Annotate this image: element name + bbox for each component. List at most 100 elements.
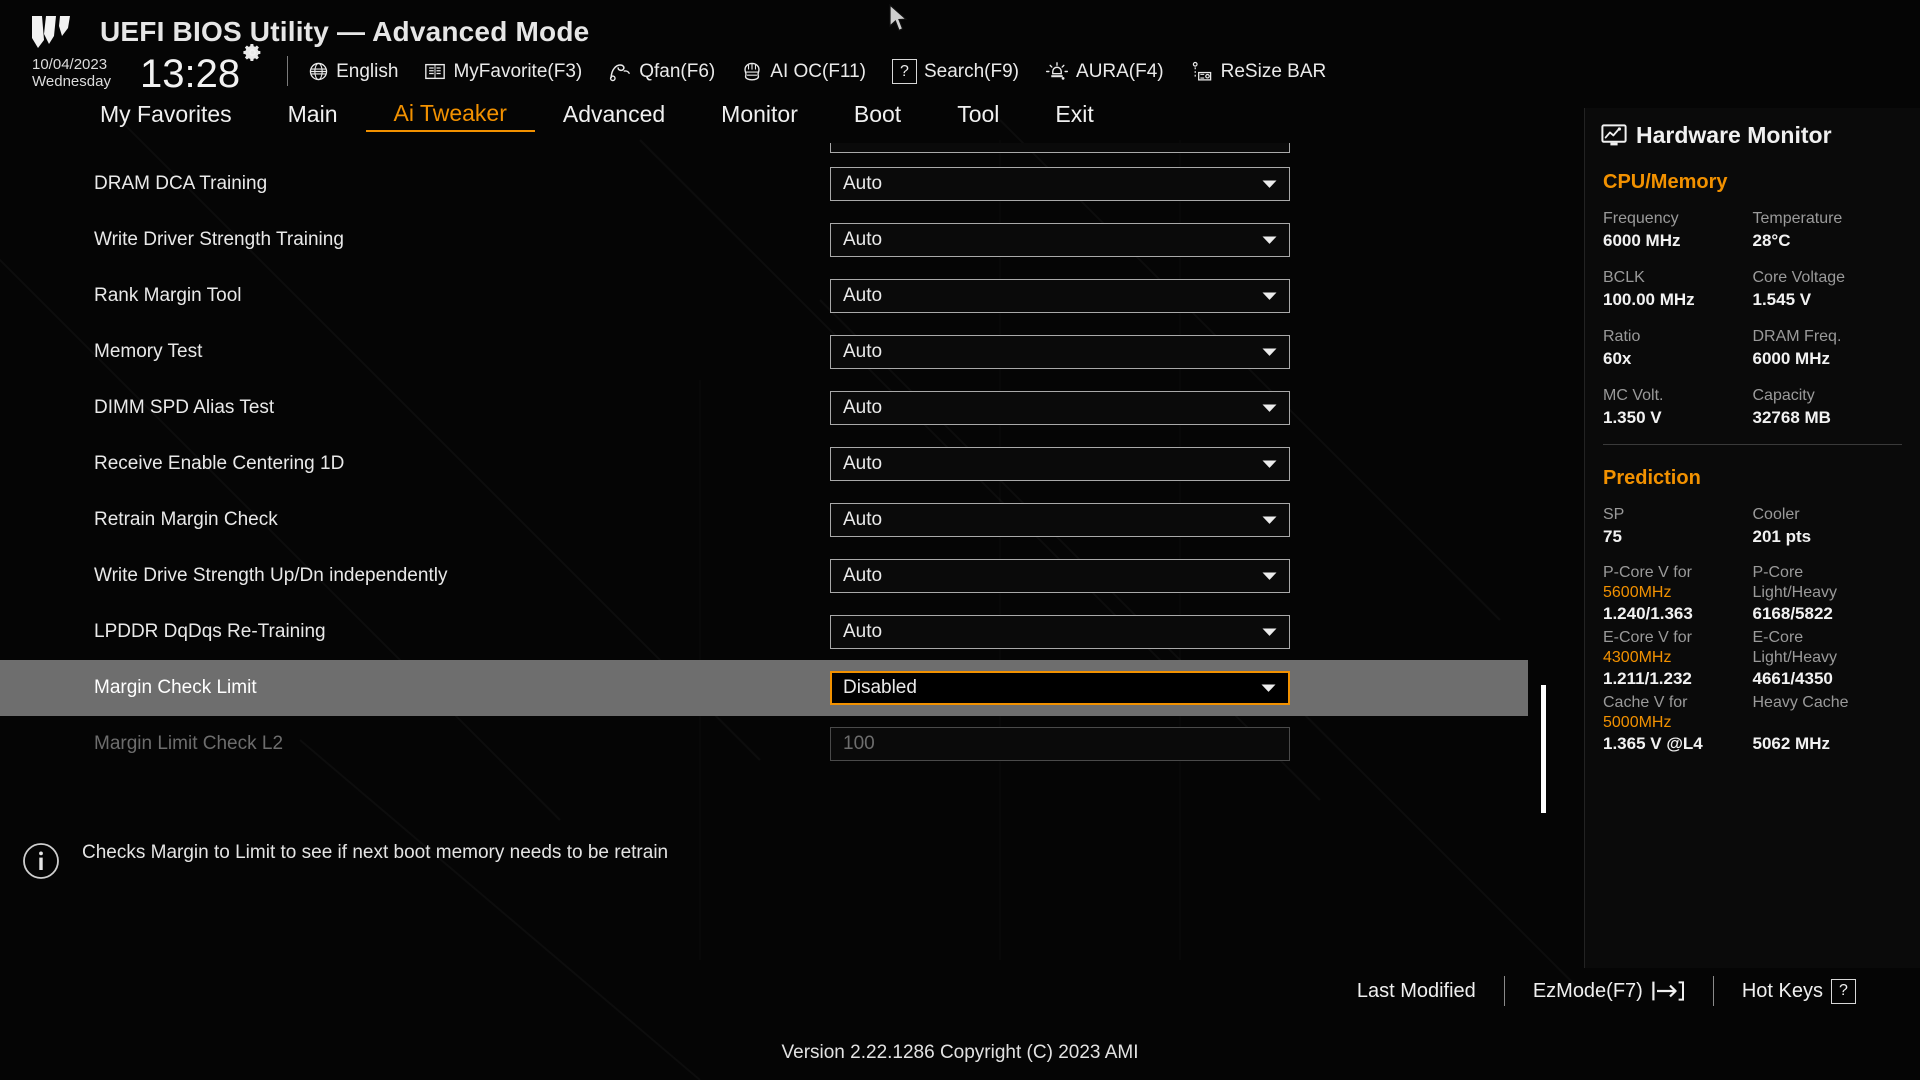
- gear-icon[interactable]: [242, 42, 263, 63]
- hw-grid-prediction-cores: P-Core V for 5600MHz 1.240/1.363 P-Core …: [1585, 563, 1920, 755]
- hw-label: MC Volt.: [1603, 387, 1664, 404]
- last-modified-label: Last Modified: [1356, 979, 1476, 1002]
- language-button[interactable]: English: [308, 61, 398, 83]
- hw-value: 4661/4350: [1752, 669, 1833, 688]
- setting-label-margin-check-limit: Margin Check Limit: [94, 677, 257, 698]
- settings-scrollbar-thumb[interactable]: [1541, 685, 1546, 813]
- chevron-down-icon: [1262, 348, 1277, 356]
- dropdown-dram-dca-training[interactable]: Auto: [830, 167, 1290, 201]
- ai-oc-button[interactable]: AI OC(F11): [741, 61, 866, 83]
- language-label: English: [336, 60, 399, 82]
- hw-label-2: Light/Heavy: [1752, 649, 1838, 666]
- hw-cell-capacity: Capacity 32768 MB: [1753, 385, 1903, 429]
- hw-cell-ecore-voltage: E-Core V for 4300MHz 1.211/1.232: [1603, 628, 1753, 690]
- hot-keys-button[interactable]: Hot Keys ?: [1714, 978, 1884, 1004]
- hw-label: P-Core: [1752, 564, 1804, 581]
- dropdown-retrain-margin-check[interactable]: Auto: [830, 503, 1290, 537]
- ezmode-label: EzMode(F7): [1532, 979, 1643, 1002]
- hw-value: 28°C: [1752, 231, 1791, 250]
- dropdown-margin-check-limit[interactable]: Disabled: [830, 671, 1290, 705]
- help-info-text: Checks Margin to Limit to see if next bo…: [82, 842, 669, 863]
- hw-section-cpu-memory: CPU/Memory: [1603, 171, 1728, 193]
- hw-label: Heavy Cache: [1752, 694, 1849, 711]
- myfavorite-button[interactable]: MyFavorite(F3): [424, 61, 582, 83]
- hw-pair: SP 75 Cooler 201 pts: [1603, 504, 1902, 548]
- dropdown-lpddr-dqdqs-re-training[interactable]: Auto: [830, 615, 1290, 649]
- settings-scrollbar-track[interactable]: [1541, 140, 1546, 815]
- hw-cell-pcore-voltage: P-Core V for 5600MHz 1.240/1.363: [1603, 563, 1753, 625]
- table-row[interactable]: Memory Test Auto: [0, 324, 1556, 380]
- dropdown-value: Auto: [843, 509, 883, 530]
- chevron-down-icon: [1262, 180, 1277, 188]
- last-modified-button[interactable]: Last Modified: [1329, 980, 1504, 1003]
- system-date: 10/04/2023 Wednesday: [32, 54, 136, 90]
- dropdown-value: Auto: [843, 341, 883, 362]
- hw-value: 6000 MHz: [1603, 231, 1681, 250]
- table-row[interactable]: Receive Enable Centering 1D Auto: [0, 436, 1556, 492]
- dropdown-receive-enable-centering-1d[interactable]: Auto: [830, 447, 1290, 481]
- dropdown-value: Auto: [843, 453, 883, 474]
- tab-my-favorites[interactable]: My Favorites: [72, 97, 260, 131]
- tab-ai-tweaker[interactable]: Ai Tweaker: [365, 96, 535, 132]
- tab-advanced[interactable]: Advanced: [535, 97, 693, 131]
- hw-cell-frequency: Frequency 6000 MHz: [1603, 208, 1753, 252]
- search-button[interactable]: ? Search(F9): [891, 59, 1020, 84]
- tab-tool[interactable]: Tool: [929, 97, 1027, 131]
- table-row[interactable]: DRAM DCA Training Auto: [0, 156, 1556, 212]
- dropdown-memory-test[interactable]: Auto: [830, 335, 1290, 369]
- dropdown-value: Auto: [843, 173, 883, 194]
- dropdown-value: Auto: [843, 621, 883, 642]
- table-row[interactable]: DIMM SPD Alias Test Auto: [0, 380, 1556, 436]
- setting-label-lpddr-dqdqs-re-training: LPDDR DqDqs Re-Training: [94, 621, 326, 642]
- resize-bar-button[interactable]: ReSize BAR: [1190, 60, 1327, 83]
- table-row-partial[interactable]: [0, 140, 1556, 156]
- table-row[interactable]: Rank Margin Tool Auto: [0, 268, 1556, 324]
- bios-screen: UEFI BIOS Utility — Advanced Mode 10/04/…: [0, 0, 1920, 1080]
- ai-oc-label: AI OC(F11): [770, 60, 866, 82]
- hw-pair: Ratio 60x DRAM Freq. 6000 MHz: [1603, 326, 1902, 370]
- hw-value: 6168/5822: [1752, 604, 1833, 623]
- hardware-monitor-panel: Hardware Monitor CPU/Memory Frequency 60…: [1584, 108, 1920, 968]
- ezmode-button[interactable]: EzMode(F7): [1505, 980, 1713, 1003]
- hw-pair: P-Core V for 5600MHz 1.240/1.363 P-Core …: [1603, 563, 1902, 625]
- dropdown-write-drive-strength-updn[interactable]: Auto: [830, 559, 1290, 593]
- table-row[interactable]: Write Driver Strength Training Auto: [0, 212, 1556, 268]
- hw-value: 75: [1603, 527, 1622, 546]
- hw-label: Core Voltage: [1752, 269, 1846, 286]
- tab-main[interactable]: Main: [260, 97, 366, 131]
- dropdown-partial[interactable]: [830, 143, 1290, 153]
- search-label: Search(F9): [923, 60, 1020, 82]
- hw-label: BCLK: [1603, 269, 1645, 286]
- tab-exit[interactable]: Exit: [1027, 97, 1121, 131]
- hw-value: 1.240/1.363: [1603, 604, 1693, 623]
- help-info-bar: Checks Margin to Limit to see if next bo…: [0, 830, 1584, 900]
- hw-cell-ratio: Ratio 60x: [1603, 326, 1753, 370]
- setting-label-memory-test: Memory Test: [94, 341, 203, 362]
- table-row-disabled: Margin Limit Check L2 100: [0, 716, 1556, 772]
- tab-boot[interactable]: Boot: [826, 97, 929, 131]
- hw-cell-core-voltage: Core Voltage 1.545 V: [1753, 267, 1903, 311]
- chevron-down-icon: [1262, 404, 1277, 412]
- table-row[interactable]: LPDDR DqDqs Re-Training Auto: [0, 604, 1556, 660]
- date-value: 10/04/2023: [32, 56, 108, 73]
- hw-label: DRAM Freq.: [1752, 328, 1842, 345]
- setting-label-receive-enable-centering-1d: Receive Enable Centering 1D: [94, 453, 345, 474]
- table-row-selected[interactable]: Margin Check Limit Disabled: [0, 660, 1528, 716]
- hw-section-prediction: Prediction: [1603, 467, 1701, 489]
- fan-curve-icon: [610, 64, 631, 82]
- aura-light-icon: [1045, 62, 1069, 80]
- aura-button[interactable]: AURA(F4): [1045, 61, 1164, 83]
- dropdown-rank-margin-tool[interactable]: Auto: [830, 279, 1290, 313]
- qfan-button[interactable]: Qfan(F6): [608, 61, 715, 83]
- hw-label: E-Core: [1752, 629, 1804, 646]
- table-row[interactable]: Write Drive Strength Up/Dn independently…: [0, 548, 1556, 604]
- dropdown-write-driver-strength-training[interactable]: Auto: [830, 223, 1290, 257]
- table-row[interactable]: Retrain Margin Check Auto: [0, 492, 1556, 548]
- hw-value: 32768 MB: [1752, 408, 1831, 427]
- resize-bar-label: ReSize BAR: [1220, 60, 1327, 82]
- footer-links: Last Modified EzMode(F7) Hot Keys ?: [1329, 976, 1884, 1006]
- tuf-gaming-logo-icon: [32, 16, 70, 48]
- dropdown-dimm-spd-alias-test[interactable]: Auto: [830, 391, 1290, 425]
- dropdown-value: Auto: [843, 285, 883, 306]
- tab-monitor[interactable]: Monitor: [693, 97, 826, 131]
